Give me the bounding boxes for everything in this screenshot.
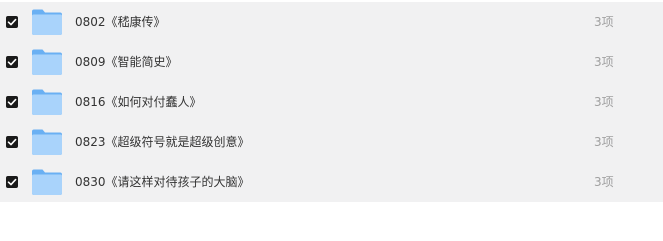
folder-icon[interactable] — [31, 88, 63, 116]
folder-icon[interactable] — [31, 48, 63, 76]
item-count: 3项 — [594, 95, 614, 109]
item-count: 3项 — [594, 15, 614, 29]
folder-icon[interactable] — [31, 168, 63, 196]
file-row[interactable]: 0830《请这样对待孩子的大脑》 3项 — [0, 162, 663, 202]
file-name[interactable]: 0816《如何对付蠢人》 — [75, 94, 202, 110]
file-name[interactable]: 0830《请这样对待孩子的大脑》 — [75, 174, 250, 190]
file-name[interactable]: 0809《智能简史》 — [75, 54, 178, 70]
file-row[interactable]: 0816《如何对付蠢人》 3项 — [0, 82, 663, 122]
item-count: 3项 — [594, 135, 614, 149]
file-row[interactable]: 0802《嵇康传》 3项 — [0, 2, 663, 42]
checkbox-checked-icon[interactable] — [6, 56, 18, 68]
checkbox-checked-icon[interactable] — [6, 176, 18, 188]
checkbox-checked-icon[interactable] — [6, 136, 18, 148]
file-name[interactable]: 0823《超级符号就是超级创意》 — [75, 134, 250, 150]
folder-icon[interactable] — [31, 128, 63, 156]
checkbox-checked-icon[interactable] — [6, 96, 18, 108]
folder-icon[interactable] — [31, 8, 63, 36]
file-list: 0802《嵇康传》 3项 0809《智能简史》 3项 0816《如何对付蠢人》 … — [0, 2, 663, 202]
file-row[interactable]: 0809《智能简史》 3项 — [0, 42, 663, 82]
item-count: 3项 — [594, 175, 614, 189]
file-row[interactable]: 0823《超级符号就是超级创意》 3项 — [0, 122, 663, 162]
file-name[interactable]: 0802《嵇康传》 — [75, 14, 166, 30]
item-count: 3项 — [594, 55, 614, 69]
checkbox-checked-icon[interactable] — [6, 16, 18, 28]
